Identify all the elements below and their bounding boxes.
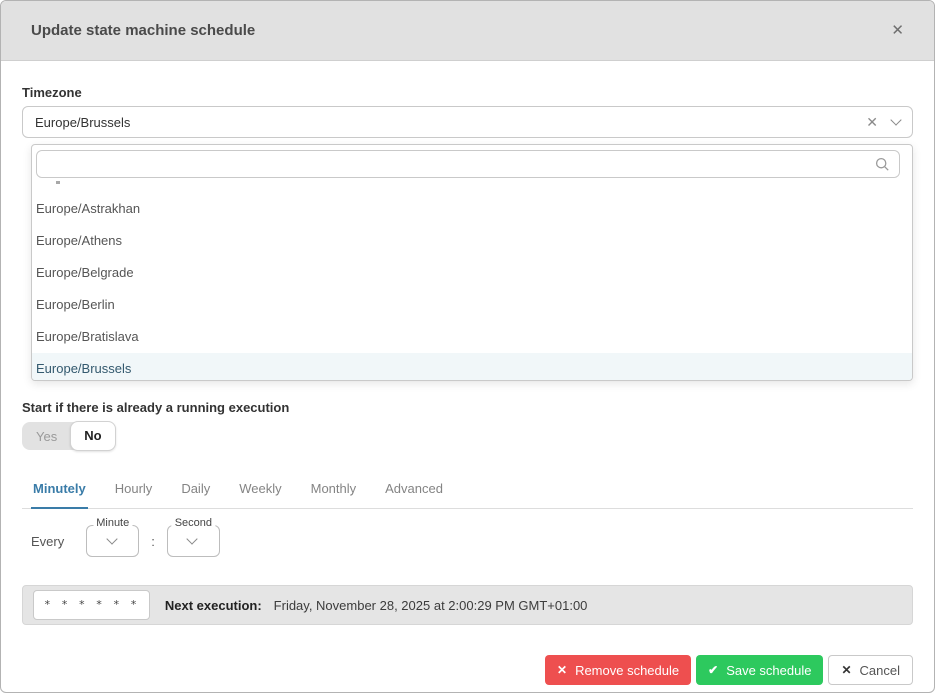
tab-advanced[interactable]: Advanced [383,475,445,508]
second-select-label: Second [171,517,216,529]
dialog-footer: ✕ Remove schedule ✔ Save schedule ✕ Canc… [22,655,913,685]
minutely-panel: Every Minute : Second [22,517,913,557]
minute-select-label: Minute [93,517,133,529]
every-label: Every [31,533,65,549]
dialog-title: Update state machine schedule [31,22,256,39]
option-europe-belgrade[interactable]: Europe/Belgrade [32,257,912,289]
second-select[interactable]: Second [166,517,220,557]
tab-weekly[interactable]: Weekly [237,475,283,508]
clipped-option-hint [56,181,60,184]
timezone-dropdown: Europe/Astrakhan Europe/Athens Europe/Be… [31,144,913,381]
toggle-no-button[interactable]: No [70,421,116,451]
remove-schedule-button[interactable]: ✕ Remove schedule [545,655,692,685]
dialog-header: Update state machine schedule ✕ [1,1,934,61]
time-separator: : [151,533,155,549]
running-execution-toggle: Yes No [22,421,116,451]
next-execution-value: Friday, November 28, 2025 at 2:00:29 PM … [273,597,588,613]
close-icon[interactable]: ✕ [891,23,904,38]
timezone-label: Timezone [22,85,82,100]
search-input[interactable] [37,151,899,177]
chevron-down-icon [186,533,199,545]
schedule-tabs: Minutely Hourly Daily Weekly Monthly Adv… [22,475,913,509]
cancel-label: Cancel [859,662,900,678]
timezone-search [36,150,900,178]
next-execution-label: Next execution: [164,597,262,613]
cancel-button[interactable]: ✕ Cancel [828,655,913,685]
option-europe-berlin[interactable]: Europe/Berlin [32,289,912,321]
save-schedule-button[interactable]: ✔ Save schedule [696,655,824,685]
minute-select[interactable]: Minute [86,517,140,557]
save-schedule-label: Save schedule [726,662,812,678]
chevron-down-icon [106,533,118,545]
dialog-body: Timezone Europe/Brussels ✕ Europe/Astrak… [1,85,934,685]
option-europe-astrakhan[interactable]: Europe/Astrakhan [32,193,912,225]
x-icon: ✕ [841,663,852,677]
timezone-selected-value: Europe/Brussels [35,114,131,130]
tab-hourly[interactable]: Hourly [113,475,155,508]
running-execution-label: Start if there is already a running exec… [22,400,290,415]
chevron-down-icon[interactable] [890,114,902,126]
option-europe-bratislava[interactable]: Europe/Bratislava [32,321,912,353]
timezone-select[interactable]: Europe/Brussels ✕ [22,106,913,138]
toggle-yes-button[interactable]: Yes [22,429,71,444]
tab-monthly[interactable]: Monthly [309,475,359,508]
remove-schedule-label: Remove schedule [575,662,680,678]
schedule-summary-bar: * * * * * * Next execution: Friday, Nove… [22,585,913,625]
cron-expression: * * * * * * [33,590,150,620]
option-europe-athens[interactable]: Europe/Athens [32,225,912,257]
clear-icon[interactable]: ✕ [866,114,878,131]
option-europe-brussels[interactable]: Europe/Brussels [32,353,912,380]
search-icon [875,157,889,171]
tab-daily[interactable]: Daily [179,475,212,508]
tab-minutely[interactable]: Minutely [31,475,88,509]
check-icon: ✔ [708,663,719,677]
x-icon: ✕ [557,663,568,677]
timezone-options-list: Europe/Astrakhan Europe/Athens Europe/Be… [32,193,912,380]
update-schedule-dialog: Update state machine schedule ✕ Timezone… [0,0,935,693]
